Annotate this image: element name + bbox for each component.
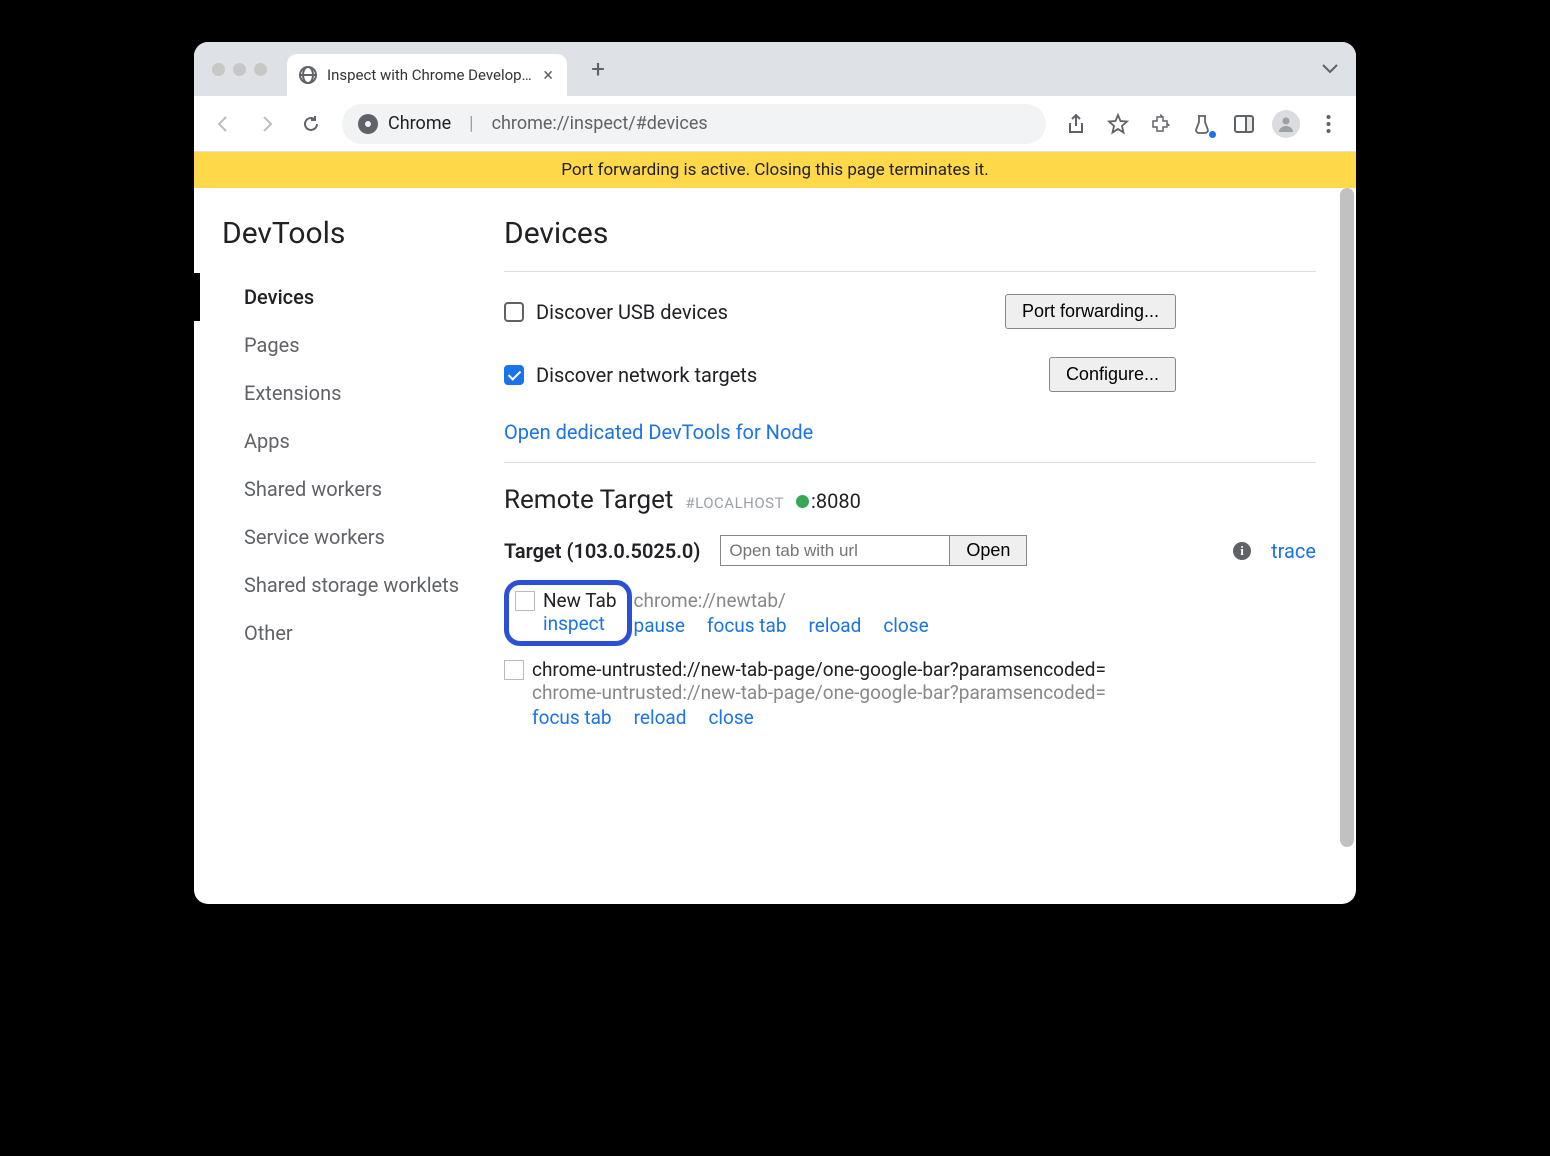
maximize-window-icon[interactable] <box>254 63 267 76</box>
discover-usb-row: Discover USB devices Port forwarding... <box>504 294 1316 329</box>
discover-network-text: Discover network targets <box>536 363 757 387</box>
focus-tab-link[interactable]: focus tab <box>707 614 787 637</box>
entry-url: chrome://newtab/ <box>634 589 786 612</box>
port-forwarding-banner: Port forwarding is active. Closing this … <box>194 152 1356 188</box>
content: DevTools Devices Pages Extensions Apps S… <box>194 188 1356 904</box>
remote-target-header: Remote Target #LOCALHOST :8080 <box>504 485 1316 515</box>
sidebar-item-shared-workers[interactable]: Shared workers <box>216 465 504 513</box>
discover-network-row: Discover network targets Configure... <box>504 357 1316 392</box>
tab-title: Inspect with Chrome Develop… <box>327 66 531 84</box>
tab-dropdown-icon[interactable] <box>1312 58 1348 80</box>
target-label: Target (103.0.5025.0) <box>504 539 700 563</box>
forward-button[interactable] <box>248 105 286 143</box>
sidebar-item-devices[interactable]: Devices <box>216 273 504 321</box>
entry-title: New Tab <box>543 589 617 612</box>
sidebar-item-apps[interactable]: Apps <box>216 417 504 465</box>
sidebar-item-service-workers[interactable]: Service workers <box>216 513 504 561</box>
divider <box>504 462 1316 463</box>
discover-usb-label[interactable]: Discover USB devices <box>504 300 1005 324</box>
menu-icon[interactable] <box>1310 106 1346 142</box>
url-path: chrome://inspect/#devices <box>492 113 708 134</box>
open-node-devtools-link[interactable]: Open dedicated DevTools for Node <box>504 420 813 444</box>
browser-tab[interactable]: Inspect with Chrome Develop… × <box>287 54 567 96</box>
discover-usb-checkbox[interactable] <box>504 302 524 322</box>
sidebar-title: DevTools <box>216 216 504 251</box>
discover-network-label[interactable]: Discover network targets <box>504 363 1049 387</box>
remote-target-title: Remote Target <box>504 485 673 515</box>
page-icon <box>504 660 524 680</box>
open-url-input[interactable] <box>720 535 950 566</box>
browser-window: Inspect with Chrome Develop… × + Chrome … <box>194 42 1356 904</box>
divider <box>504 271 1316 272</box>
traffic-lights[interactable] <box>212 63 267 76</box>
sidebar-item-extensions[interactable]: Extensions <box>216 369 504 417</box>
back-button[interactable] <box>204 105 242 143</box>
remote-port: :8080 <box>796 489 861 513</box>
port-forwarding-button[interactable]: Port forwarding... <box>1005 294 1176 329</box>
highlight-box: New Tab inspect <box>504 580 632 646</box>
close-tab-icon[interactable]: × <box>541 65 555 86</box>
bookmark-icon[interactable] <box>1100 106 1136 142</box>
minimize-window-icon[interactable] <box>233 63 246 76</box>
open-url-button[interactable]: Open <box>950 535 1027 566</box>
info-icon[interactable]: i <box>1233 542 1251 560</box>
labs-icon[interactable] <box>1184 106 1220 142</box>
chrome-icon <box>358 114 378 134</box>
target-entry-untrusted: chrome-untrusted://new-tab-page/one-goog… <box>504 658 1316 729</box>
share-icon[interactable] <box>1058 106 1094 142</box>
page-title: Devices <box>504 216 1316 251</box>
profile-avatar[interactable] <box>1268 106 1304 142</box>
reload-button[interactable] <box>292 105 330 143</box>
trace-link[interactable]: trace <box>1271 539 1316 563</box>
main-panel: Devices Discover USB devices Port forwar… <box>504 188 1356 904</box>
close-window-icon[interactable] <box>212 63 225 76</box>
globe-icon <box>299 66 317 84</box>
configure-button[interactable]: Configure... <box>1049 357 1176 392</box>
url-origin: Chrome <box>388 113 451 134</box>
side-panel-icon[interactable] <box>1226 106 1262 142</box>
close-link[interactable]: close <box>883 614 928 637</box>
target-row: Target (103.0.5025.0) Open i trace <box>504 535 1316 566</box>
discover-usb-text: Discover USB devices <box>536 300 728 324</box>
new-tab-button[interactable]: + <box>583 54 613 84</box>
page-icon <box>515 591 535 611</box>
url-separator: | <box>469 113 473 134</box>
reload-link[interactable]: reload <box>634 706 687 729</box>
scrollbar[interactable] <box>1340 188 1354 904</box>
pause-link[interactable]: pause <box>634 614 685 637</box>
scroll-thumb[interactable] <box>1340 188 1354 847</box>
sidebar-item-pages[interactable]: Pages <box>216 321 504 369</box>
target-entry-newtab: New Tab inspect chrome://newtab/ pause f… <box>504 580 1316 646</box>
reload-link[interactable]: reload <box>809 614 862 637</box>
toolbar: Chrome | chrome://inspect/#devices <box>194 96 1356 152</box>
tab-bar: Inspect with Chrome Develop… × + <box>194 42 1356 96</box>
open-url-group: Open <box>720 535 1027 566</box>
remote-target-tag: #LOCALHOST <box>685 494 784 512</box>
status-dot-icon <box>796 495 809 508</box>
sidebar-item-shared-storage-worklets[interactable]: Shared storage worklets <box>216 561 504 609</box>
entry-url: chrome-untrusted://new-tab-page/one-goog… <box>532 681 1106 704</box>
focus-tab-link[interactable]: focus tab <box>532 706 612 729</box>
extensions-icon[interactable] <box>1142 106 1178 142</box>
discover-network-checkbox[interactable] <box>504 365 524 385</box>
address-bar[interactable]: Chrome | chrome://inspect/#devices <box>342 104 1046 144</box>
labs-notification-dot <box>1209 131 1216 138</box>
inspect-link[interactable]: inspect <box>543 612 605 635</box>
close-link[interactable]: close <box>708 706 753 729</box>
sidebar: DevTools Devices Pages Extensions Apps S… <box>194 188 504 904</box>
entry-title: chrome-untrusted://new-tab-page/one-goog… <box>532 658 1106 681</box>
sidebar-item-other[interactable]: Other <box>216 609 504 657</box>
